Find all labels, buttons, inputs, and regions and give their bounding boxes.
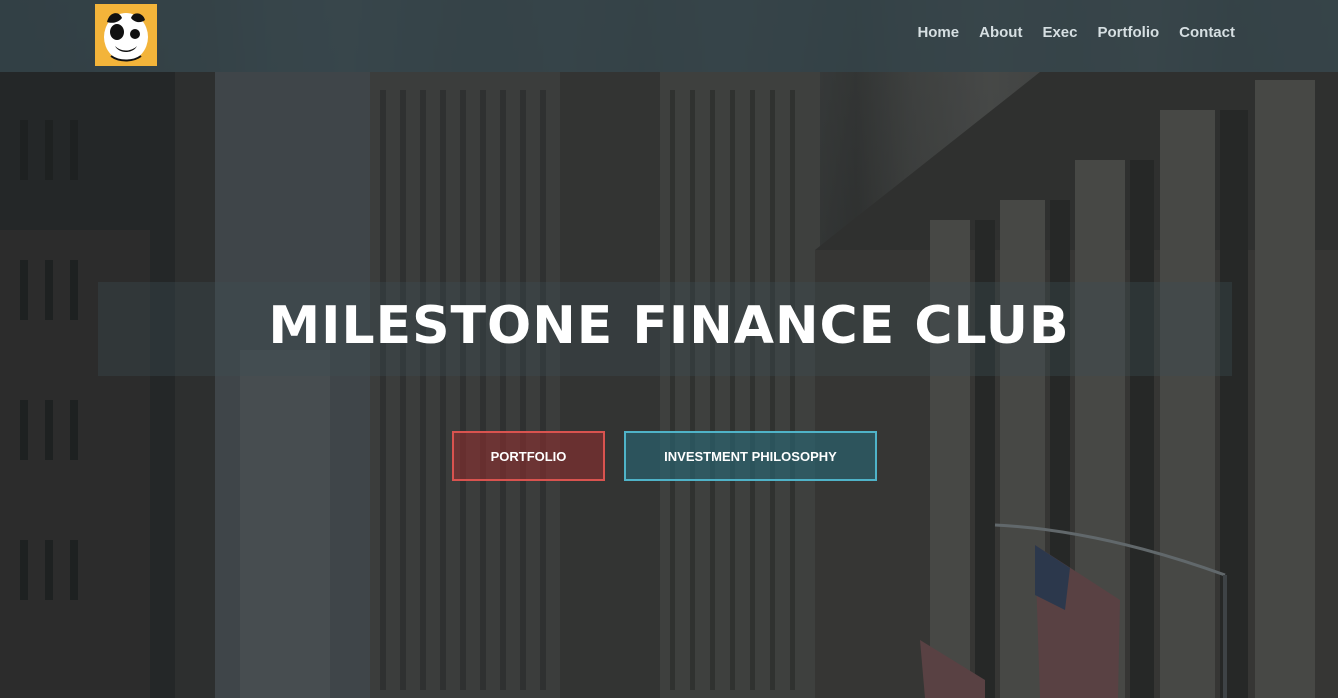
bulldog-logo-icon[interactable]: [95, 4, 157, 66]
nav-links: Home About Exec Portfolio Contact: [917, 24, 1235, 41]
navbar: Home About Exec Portfolio Contact: [0, 0, 1338, 72]
portfolio-button[interactable]: PORTFOLIO: [452, 431, 605, 481]
page: Home About Exec Portfolio Contact MILEST…: [0, 0, 1338, 698]
nav-link-exec[interactable]: Exec: [1042, 24, 1077, 41]
investment-philosophy-button[interactable]: INVESTMENT PHILOSOPHY: [624, 431, 877, 481]
nav-link-home[interactable]: Home: [917, 24, 959, 41]
nav-link-portfolio[interactable]: Portfolio: [1098, 24, 1160, 41]
site-title: MILESTONE FINANCE CLUB: [268, 296, 1070, 356]
nav-link-about[interactable]: About: [979, 24, 1022, 41]
nav-link-contact[interactable]: Contact: [1179, 24, 1235, 41]
